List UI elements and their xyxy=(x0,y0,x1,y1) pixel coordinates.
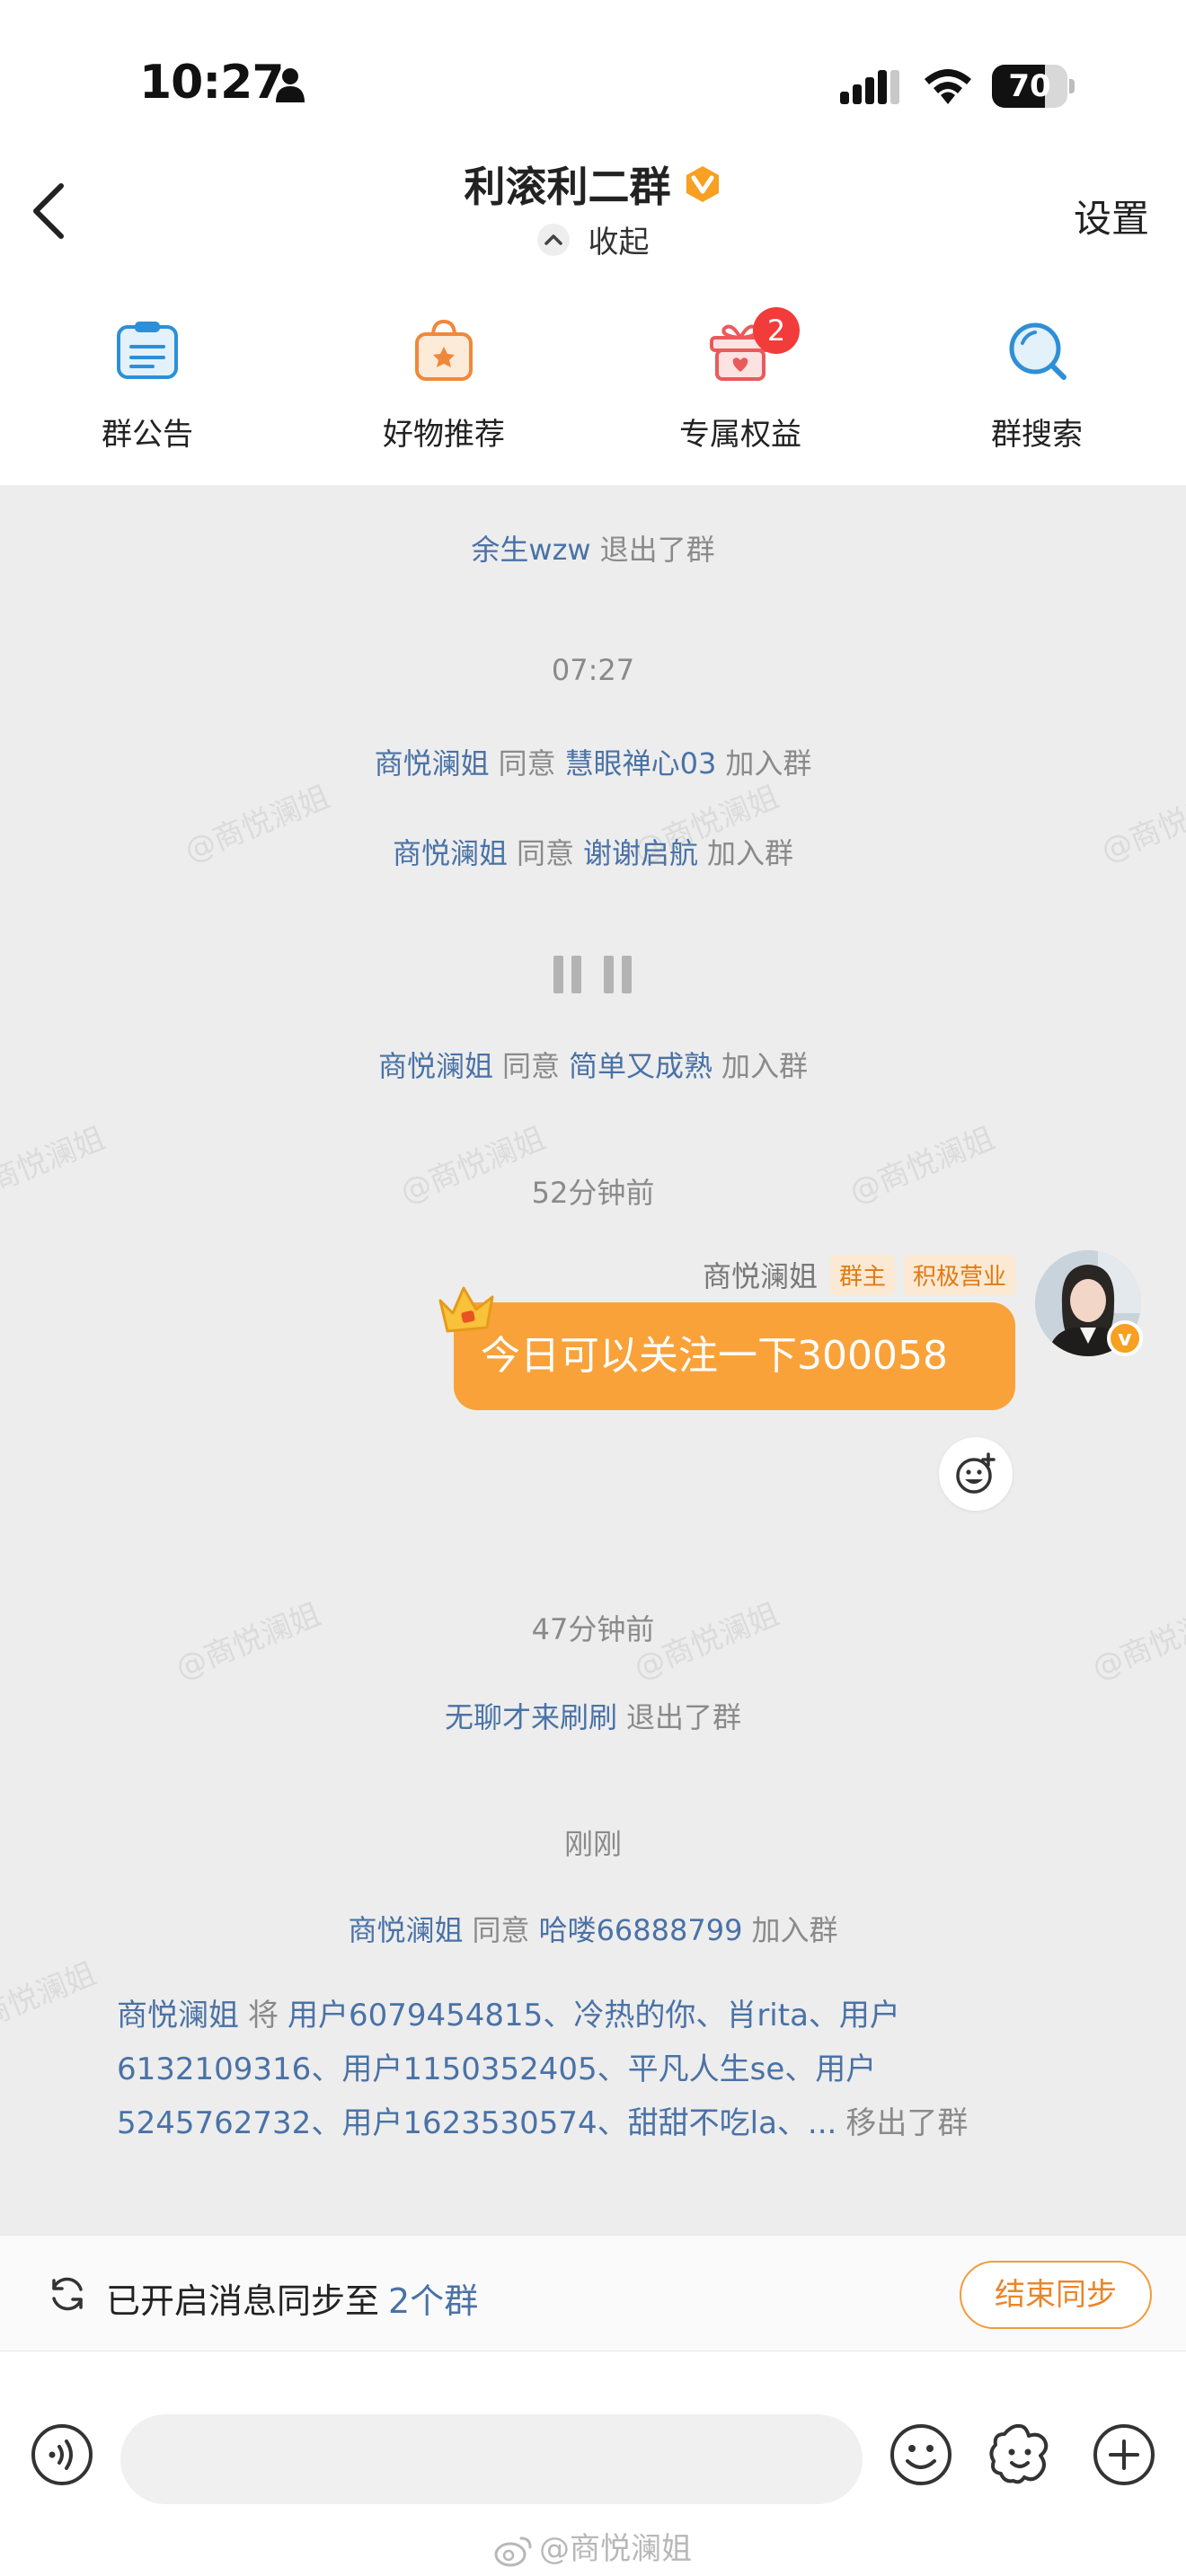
sync-group-count[interactable]: 2个群 xyxy=(388,2281,478,2321)
recommend-button[interactable]: 好物推荐 xyxy=(345,305,543,467)
system-message: 商悦澜姐 同意 哈喽66888799 加入群 xyxy=(0,1908,1186,1949)
member-name[interactable]: 哈喽66888799 xyxy=(539,1913,743,1947)
member-name[interactable]: 谢谢启航 xyxy=(583,836,698,870)
sync-bar: 已开启消息同步至 2个群 结束同步 xyxy=(0,2235,1186,2351)
group-search-button[interactable]: 群搜索 xyxy=(938,305,1136,467)
shopping-bag-icon xyxy=(415,319,473,381)
action-label: 群搜索 xyxy=(991,417,1083,453)
timestamp: 07:27 xyxy=(551,653,635,687)
owner-tag: 群主 xyxy=(829,1254,895,1295)
collapse-toggle[interactable]: 收起 xyxy=(0,217,1186,261)
wifi-icon xyxy=(925,69,971,104)
group-title-area[interactable]: 利滚利二群 xyxy=(0,154,1186,214)
battery-icon: 70 xyxy=(992,65,1075,108)
timestamp: 刚刚 xyxy=(563,1827,622,1861)
system-verb: 同意 xyxy=(472,1913,530,1947)
message-bubble[interactable]: 今日可以关注一下300058 xyxy=(454,1302,1015,1410)
search-icon xyxy=(1009,322,1067,380)
verified-badge-icon: v xyxy=(1107,1320,1143,1356)
battery-level: 70 xyxy=(1008,68,1051,104)
crown-icon xyxy=(438,1286,494,1333)
action-label: 群公告 xyxy=(102,417,193,453)
weibo-icon xyxy=(494,2536,532,2566)
member-name[interactable]: 简单又成熟 xyxy=(569,1049,712,1083)
active-tag: 积极营业 xyxy=(903,1254,1015,1295)
sticker-icon[interactable] xyxy=(987,2422,1053,2488)
sync-icon xyxy=(52,2277,83,2311)
voice-icon[interactable] xyxy=(31,2423,93,2486)
pause-icon xyxy=(550,956,636,993)
system-action: 移出了群 xyxy=(845,2105,969,2141)
member-name[interactable]: 商悦澜姐 xyxy=(375,746,490,781)
sync-status: 已开启消息同步至 2个群 xyxy=(106,2273,478,2323)
notice-icon xyxy=(117,322,178,379)
settings-button[interactable]: 设置 xyxy=(1074,189,1149,243)
end-sync-button[interactable]: 结束同步 xyxy=(960,2261,1152,2329)
member-name[interactable]: 商悦澜姐 xyxy=(393,836,508,870)
watermark-text: @商悦澜姐 xyxy=(539,2531,692,2567)
system-action: 退出了群 xyxy=(626,1700,742,1734)
exclusive-benefits-button[interactable]: 专属权益 2 xyxy=(642,305,839,467)
system-action: 退出了群 xyxy=(599,533,715,567)
sync-label: 已开启消息同步至 xyxy=(106,2281,380,2321)
notification-badge: 2 xyxy=(753,307,800,354)
weibo-watermark: @商悦澜姐 xyxy=(0,2524,1186,2568)
system-action: 加入群 xyxy=(725,746,812,781)
status-bar: 10:27 70 xyxy=(0,0,1186,135)
system-verb: 同意 xyxy=(498,746,556,781)
member-name[interactable]: 商悦澜姐 xyxy=(117,1998,239,2033)
member-name[interactable]: 慧眼禅心03 xyxy=(565,746,717,781)
action-label: 专属权益 xyxy=(679,417,801,453)
add-reaction-button[interactable] xyxy=(939,1437,1013,1511)
member-name[interactable]: 余生wzw xyxy=(471,533,590,567)
plus-icon[interactable] xyxy=(1093,2423,1155,2486)
chevron-up-icon xyxy=(537,223,571,256)
timestamp: 47分钟前 xyxy=(531,1612,655,1646)
system-message: 无聊才来刷刷 退出了群 xyxy=(0,1695,1186,1736)
member-name[interactable]: 商悦澜姐 xyxy=(349,1913,464,1947)
group-title: 利滚利二群 xyxy=(464,163,671,211)
message-input[interactable] xyxy=(120,2414,863,2504)
system-verb: 同意 xyxy=(516,836,574,870)
person-icon xyxy=(276,68,305,102)
system-action: 加入群 xyxy=(751,1913,838,1947)
collapse-label: 收起 xyxy=(588,225,650,260)
status-time: 10:27 xyxy=(139,56,285,110)
system-action: 加入群 xyxy=(721,1049,809,1083)
quick-actions: 群公告 好物推荐 专属权益 2 群搜索 xyxy=(0,305,1186,485)
system-message: 商悦澜姐 同意 简单又成熟 加入群 xyxy=(0,1044,1186,1085)
action-label: 好物推荐 xyxy=(383,417,505,453)
member-name[interactable]: 商悦澜姐 xyxy=(378,1049,493,1083)
emoji-add-icon xyxy=(956,1452,996,1494)
sender-line: 商悦澜姐 群主 积极营业 xyxy=(703,1254,1015,1295)
system-message: 余生wzw 退出了群 xyxy=(0,527,1186,569)
sender-name[interactable]: 商悦澜姐 xyxy=(703,1254,818,1295)
system-message: 商悦澜姐 同意 慧眼禅心03 加入群 xyxy=(0,741,1186,782)
system-message: 商悦澜姐将用户6079454815、冷热的你、肖rita、用户613210931… xyxy=(117,1989,1069,2150)
system-verb: 同意 xyxy=(501,1049,560,1083)
member-name[interactable]: 无聊才来刷刷 xyxy=(445,1700,617,1734)
watermark: @商悦澜姐 xyxy=(0,1955,102,2047)
timestamp: 52分钟前 xyxy=(531,1176,655,1210)
cellular-signal-icon xyxy=(840,70,899,104)
vip-badge-icon xyxy=(686,166,719,202)
group-notice-button[interactable]: 群公告 xyxy=(49,305,246,467)
system-verb: 将 xyxy=(248,1998,279,2033)
emoji-icon[interactable] xyxy=(890,2423,952,2486)
system-message: 商悦澜姐 同意 谢谢启航 加入群 xyxy=(0,831,1186,872)
system-action: 加入群 xyxy=(707,836,794,870)
